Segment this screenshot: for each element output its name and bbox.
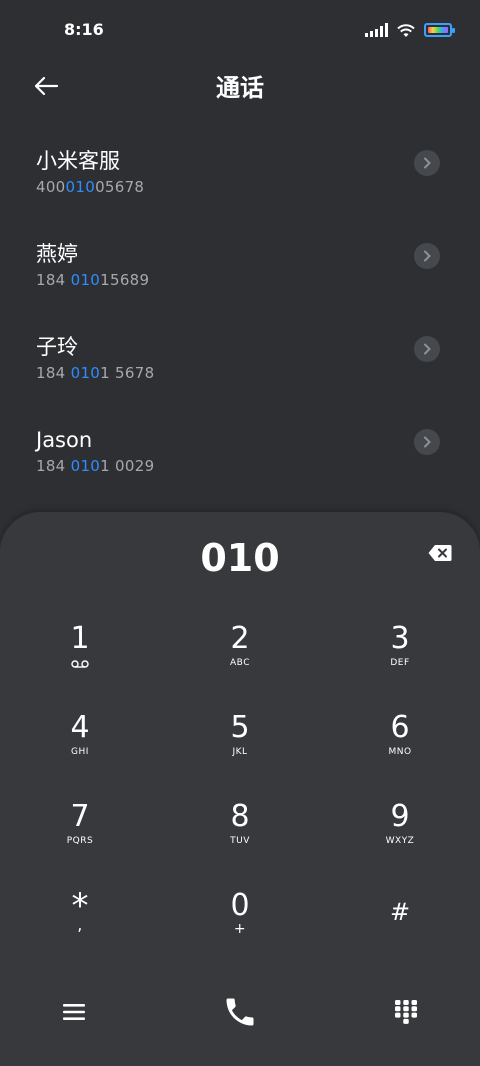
battery-icon bbox=[424, 23, 455, 37]
contact-detail-button[interactable] bbox=[414, 243, 440, 269]
status-time: 8:16 bbox=[64, 20, 104, 39]
key-1[interactable]: 1 bbox=[0, 604, 160, 693]
key-5[interactable]: 5 JKL bbox=[160, 693, 320, 782]
dialed-number[interactable]: 010 bbox=[0, 536, 480, 580]
contact-detail-button[interactable] bbox=[414, 336, 440, 362]
number-display: 010 bbox=[0, 532, 480, 592]
keypad-toggle-button[interactable] bbox=[384, 990, 428, 1034]
contact-number: 40001005678 bbox=[36, 178, 145, 196]
contact-detail-button[interactable] bbox=[414, 429, 440, 455]
key-9[interactable]: 9 WXYZ bbox=[320, 782, 480, 871]
wifi-icon bbox=[397, 24, 415, 37]
page-title: 通话 bbox=[216, 74, 264, 102]
chevron-right-icon bbox=[424, 157, 431, 169]
key-hash[interactable]: # bbox=[320, 871, 480, 960]
contact-name: 燕婷 bbox=[36, 242, 78, 266]
contact-list: 小米客服 40001005678 燕婷 184 01015689 子玲 184 … bbox=[0, 130, 480, 502]
contact-item[interactable]: 小米客服 40001005678 bbox=[0, 130, 480, 223]
key-4[interactable]: 4 GHI bbox=[0, 693, 160, 782]
signal-icon bbox=[365, 23, 388, 37]
backspace-icon bbox=[428, 545, 452, 561]
menu-icon bbox=[63, 1004, 85, 1020]
contact-detail-button[interactable] bbox=[414, 150, 440, 176]
key-6[interactable]: 6 MNO bbox=[320, 693, 480, 782]
key-7[interactable]: 7 PQRS bbox=[0, 782, 160, 871]
menu-button[interactable] bbox=[52, 990, 96, 1034]
phone-icon bbox=[226, 998, 254, 1026]
contact-item[interactable]: 燕婷 184 01015689 bbox=[0, 223, 480, 316]
key-0[interactable]: 0 + bbox=[160, 871, 320, 960]
chevron-right-icon bbox=[424, 436, 431, 448]
contact-item[interactable]: 子玲 184 0101 5678 bbox=[0, 316, 480, 409]
contact-name: Jason bbox=[36, 428, 93, 452]
key-8[interactable]: 8 TUV bbox=[160, 782, 320, 871]
contact-number: 184 0101 5678 bbox=[36, 364, 155, 382]
backspace-button[interactable] bbox=[428, 544, 452, 562]
status-bar: 8:16 bbox=[0, 0, 480, 60]
header: 通话 bbox=[0, 60, 480, 110]
chevron-right-icon bbox=[424, 250, 431, 262]
key-star[interactable]: * , bbox=[0, 871, 160, 960]
key-3[interactable]: 3 DEF bbox=[320, 604, 480, 693]
voicemail-icon bbox=[71, 660, 89, 668]
status-icons bbox=[365, 22, 455, 38]
key-2[interactable]: 2 ABC bbox=[160, 604, 320, 693]
chevron-right-icon bbox=[424, 343, 431, 355]
contact-number: 184 01015689 bbox=[36, 271, 150, 289]
keypad: 1 2 ABC 3 DEF 4 GHI 5 JKL 6 MNO 7 PQRS 8… bbox=[0, 604, 480, 960]
dialpad-icon bbox=[395, 1000, 417, 1024]
contact-name: 子玲 bbox=[36, 335, 78, 359]
dialer-panel: 010 1 2 ABC 3 DEF 4 GHI 5 JKL 6 MNO 7 PQ… bbox=[0, 512, 480, 1066]
contact-number: 184 0101 0029 bbox=[36, 457, 155, 475]
call-button[interactable] bbox=[218, 990, 262, 1034]
contact-item[interactable]: Jason 184 0101 0029 bbox=[0, 409, 480, 502]
contact-name: 小米客服 bbox=[36, 149, 120, 173]
dialer-bottom-bar bbox=[0, 982, 480, 1042]
